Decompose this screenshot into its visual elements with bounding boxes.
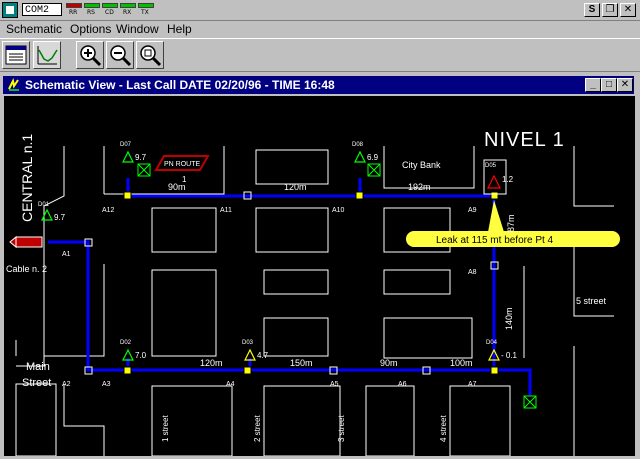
street-label: 2 street	[253, 415, 262, 442]
restore-button[interactable]: ❐	[602, 3, 618, 17]
zoom-in-icon	[80, 45, 102, 67]
street-label: 3 street	[337, 415, 346, 442]
central-label: CENTRAL n.1	[19, 134, 35, 222]
menu-window[interactable]: Window	[116, 21, 159, 37]
sensor-id: D07	[120, 142, 132, 148]
pn-route-label: PN ROUTE	[164, 161, 201, 168]
node-label: A8	[468, 269, 477, 276]
node-label: A5	[330, 381, 339, 388]
level-label: NIVEL 1	[484, 129, 565, 151]
node-label: A9	[468, 207, 477, 214]
main-street-label: Street	[22, 377, 51, 389]
led-label: RR	[69, 9, 78, 16]
app-icon[interactable]	[2, 2, 18, 18]
node-label: A10	[332, 207, 345, 214]
distance-label: 90m	[168, 182, 186, 192]
distance-label: 150m	[290, 358, 313, 368]
modem-leds: RR RS CD RX TX	[66, 3, 162, 17]
zoom-fit-icon	[140, 45, 162, 67]
schematic-window: Schematic View - Last Call DATE 02/20/96…	[1, 74, 638, 457]
node-label: A1	[62, 251, 71, 258]
city-bank-label: City Bank	[402, 160, 441, 170]
led-label: CD	[105, 9, 114, 16]
minimize-button[interactable]: _	[585, 78, 601, 92]
menu-bar: Schematic Options Window Help	[0, 20, 640, 38]
sensor-id: D05	[485, 163, 497, 169]
node-label: A3	[102, 381, 111, 388]
led-rr	[66, 3, 82, 8]
led-rx	[120, 3, 136, 8]
sensor-id: D08	[352, 142, 364, 148]
pipe-nodes	[84, 191, 499, 375]
cable-label: Cable n. 2	[6, 264, 47, 274]
schematic-icon	[5, 45, 27, 65]
distance-label: 87m	[506, 214, 516, 232]
distance-label: 192m	[408, 182, 431, 192]
node-label: A12	[102, 207, 115, 214]
node-label: A11	[220, 207, 232, 214]
distance-label: 140m	[504, 307, 514, 330]
window-control-icon[interactable]	[6, 78, 22, 92]
close-icon[interactable]: ✕	[620, 3, 636, 17]
graph-icon	[37, 46, 58, 65]
sensor-id: D02	[120, 340, 132, 346]
sensor-value: 4.7	[257, 351, 269, 360]
schematic-window-title: Schematic View - Last Call DATE 02/20/96…	[25, 78, 335, 92]
sensor-id: D04	[486, 340, 498, 346]
node-label: A7	[468, 381, 477, 388]
toolbar	[0, 38, 640, 72]
street-outlines	[15, 146, 614, 457]
zoom-fit-button[interactable]	[136, 41, 164, 69]
central-connector-icon[interactable]	[9, 235, 43, 249]
zoom-out-icon	[110, 45, 132, 67]
distance-label: 120m	[200, 358, 223, 368]
zoom-out-button[interactable]	[106, 41, 134, 69]
sensor-icons[interactable]	[41, 150, 501, 361]
distance-label: 100m	[450, 358, 473, 368]
street-label: 4 street	[439, 415, 448, 442]
leak-text: Leak at 115 mt before Pt 4	[436, 235, 554, 246]
main-street-label: Main	[26, 361, 50, 373]
close-window-icon[interactable]: ✕	[617, 78, 633, 92]
graph-view-button[interactable]	[33, 41, 61, 69]
node-label: A2	[62, 381, 71, 388]
sensor-value: 9.7	[135, 153, 147, 162]
sensor-value: 6.9	[367, 153, 379, 162]
zoom-in-button[interactable]	[76, 41, 104, 69]
led-label: RX	[123, 9, 132, 16]
schematic-window-title-bar: Schematic View - Last Call DATE 02/20/96…	[3, 76, 634, 94]
app-title-bar: COM2 RR RS CD RX TX S ❐ ✕	[0, 0, 640, 21]
menu-schematic[interactable]: Schematic	[6, 21, 62, 37]
sensor-value: 7.0	[135, 351, 147, 360]
led-rs	[84, 3, 100, 8]
schematic-view-button[interactable]	[2, 41, 30, 69]
node-label: A4	[226, 381, 235, 388]
sensor-value: 9.7	[54, 213, 66, 222]
led-tx	[138, 3, 154, 8]
sensor-id: D03	[242, 340, 254, 346]
node-label: A6	[398, 381, 407, 388]
port-indicator: COM2	[22, 3, 62, 16]
sensor-id: D01	[38, 202, 50, 208]
menu-options[interactable]: Options	[70, 21, 111, 37]
led-cd	[102, 3, 118, 8]
schematic-map[interactable]: PN ROUTE 1 Leak at 115 mt before Pt 4 NI…	[4, 96, 635, 457]
led-label: RS	[87, 9, 95, 16]
pn-route-badge[interactable]: PN ROUTE 1	[154, 155, 210, 184]
distance-label: 120m	[284, 182, 307, 192]
sensor-value: 1.2	[502, 175, 514, 184]
street-label: 1 street	[161, 415, 170, 442]
schematic-canvas[interactable]: PN ROUTE 1 Leak at 115 mt before Pt 4 NI…	[4, 96, 635, 457]
led-label: TX	[141, 9, 149, 16]
menu-help[interactable]: Help	[167, 21, 192, 37]
sensor-value: - 0.1	[501, 351, 518, 360]
switch-button[interactable]: S	[584, 3, 600, 17]
distance-label: 90m	[380, 358, 398, 368]
maximize-button[interactable]: □	[601, 78, 617, 92]
street-label: 5 street	[576, 296, 607, 306]
